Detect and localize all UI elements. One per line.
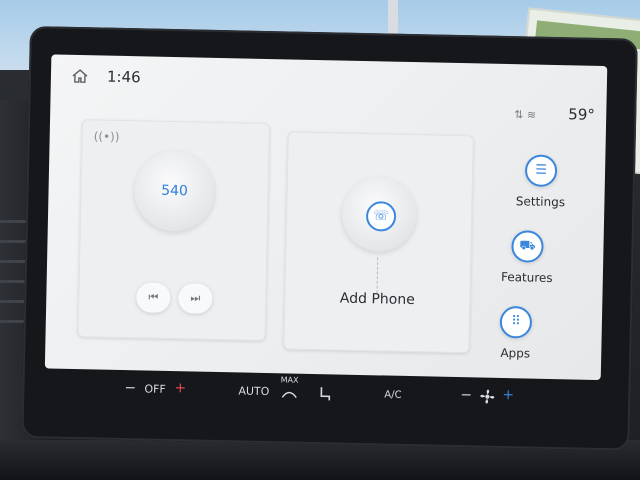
clock-time: 1:46 — [106, 67, 141, 87]
fan-icon — [480, 389, 495, 404]
radio-card[interactable]: ((•)) 540 ⏮ ⏭ — [77, 119, 271, 342]
features-button[interactable]: ⛟ Features — [487, 230, 568, 286]
features-icon: ⛟ — [511, 230, 544, 263]
fan-up-button[interactable]: + — [502, 387, 514, 403]
seek-previous-button[interactable]: ⏮ — [136, 282, 171, 313]
apps-icon: ⠿ — [499, 305, 533, 339]
phone-card[interactable]: ☏ Add Phone — [283, 131, 474, 354]
station-knob[interactable]: 540 — [133, 150, 216, 232]
heated-seat-icon[interactable] — [316, 384, 334, 402]
connectivity-icons: ⇅ ≋ — [514, 108, 537, 122]
max-defrost-label: MAX — [280, 375, 299, 385]
home-icon[interactable] — [71, 67, 89, 85]
touchscreen: 1:46 ⇅ ≋ 59° ((•)) 540 ⏮ ⏭ ☏ Add Phone ☰… — [44, 54, 608, 381]
fan-down-button[interactable]: − — [460, 387, 472, 403]
apps-label: Apps — [500, 345, 531, 361]
auto-climate-button[interactable]: AUTO — [238, 384, 269, 398]
settings-icon: ☰ — [524, 154, 558, 188]
climate-controls: − OFF + AUTO MAX A/C − + — [84, 371, 565, 421]
settings-label: Settings — [515, 194, 566, 210]
outside-temperature: 59° — [568, 105, 596, 124]
settings-button[interactable]: ☰ Settings — [500, 154, 581, 210]
radio-wave-icon: ((•)) — [93, 129, 120, 144]
phone-knob[interactable]: ☏ — [341, 176, 417, 253]
phone-icon: ☏ — [365, 201, 397, 232]
apps-button[interactable]: ⠿ Apps — [475, 305, 556, 361]
temp-up-button[interactable]: + — [174, 380, 186, 396]
climate-off-button[interactable]: OFF — [144, 382, 166, 395]
display-bezel: 1:46 ⇅ ≋ 59° ((•)) 540 ⏮ ⏭ ☏ Add Phone ☰… — [21, 26, 638, 451]
photo-scene: 1:46 ⇅ ≋ 59° ((•)) 540 ⏮ ⏭ ☏ Add Phone ☰… — [0, 0, 640, 480]
station-frequency: 540 — [161, 182, 189, 200]
temp-down-button[interactable]: − — [124, 380, 136, 396]
features-label: Features — [500, 269, 553, 285]
defrost-icon[interactable] — [280, 387, 298, 399]
phone-connector-line — [376, 257, 380, 294]
ac-button[interactable]: A/C — [384, 390, 401, 401]
add-phone-label: Add Phone — [339, 290, 415, 309]
seek-next-button[interactable]: ⏭ — [178, 283, 213, 314]
